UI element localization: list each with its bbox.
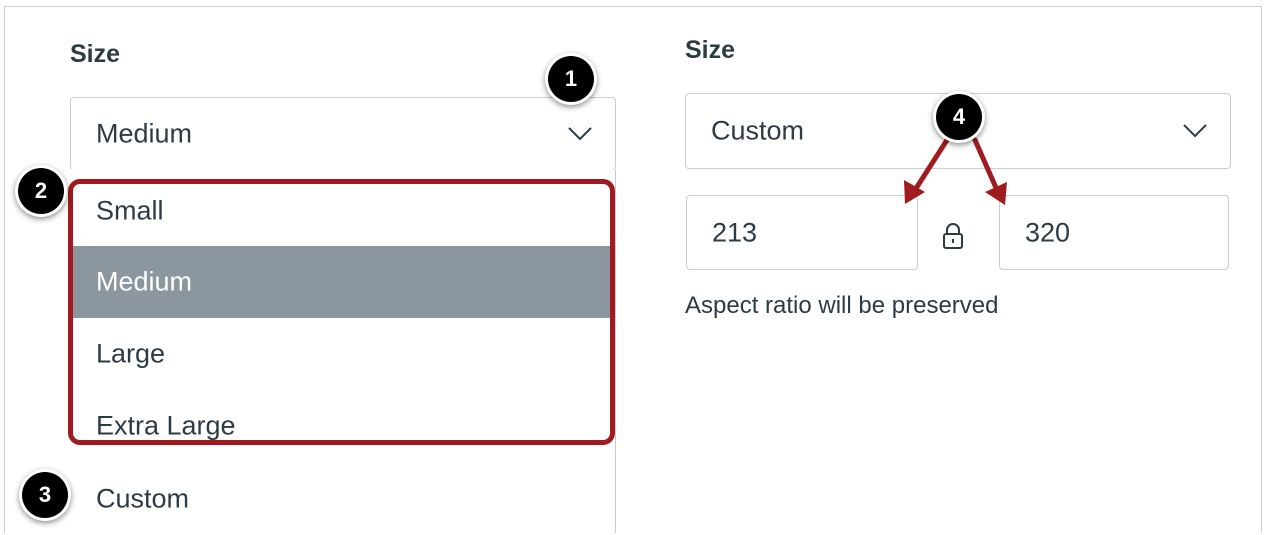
lock-icon[interactable] bbox=[942, 222, 964, 250]
size-select-value-right: Custom bbox=[711, 115, 805, 146]
width-input[interactable]: 213 bbox=[686, 195, 918, 270]
callout-badge-3: 3 bbox=[22, 472, 68, 518]
callout-badge-2: 2 bbox=[18, 168, 64, 214]
size-label-left: Size bbox=[70, 40, 121, 68]
options-highlight-box bbox=[68, 179, 615, 445]
callout-badge-4: 4 bbox=[936, 94, 982, 140]
size-select-left[interactable]: Medium bbox=[70, 97, 616, 170]
option-custom[interactable]: Custom bbox=[70, 463, 614, 535]
height-input[interactable]: 320 bbox=[999, 195, 1229, 270]
size-label-right: Size bbox=[685, 36, 736, 64]
height-value: 320 bbox=[1025, 217, 1071, 247]
width-value: 213 bbox=[712, 217, 758, 247]
chevron-down-icon bbox=[1183, 124, 1207, 138]
callout-badge-1: 1 bbox=[548, 56, 594, 102]
chevron-down-icon bbox=[568, 126, 592, 140]
option-label: Custom bbox=[96, 483, 190, 514]
size-select-value: Medium bbox=[96, 118, 193, 148]
aspect-ratio-note: Aspect ratio will be preserved bbox=[685, 292, 999, 319]
